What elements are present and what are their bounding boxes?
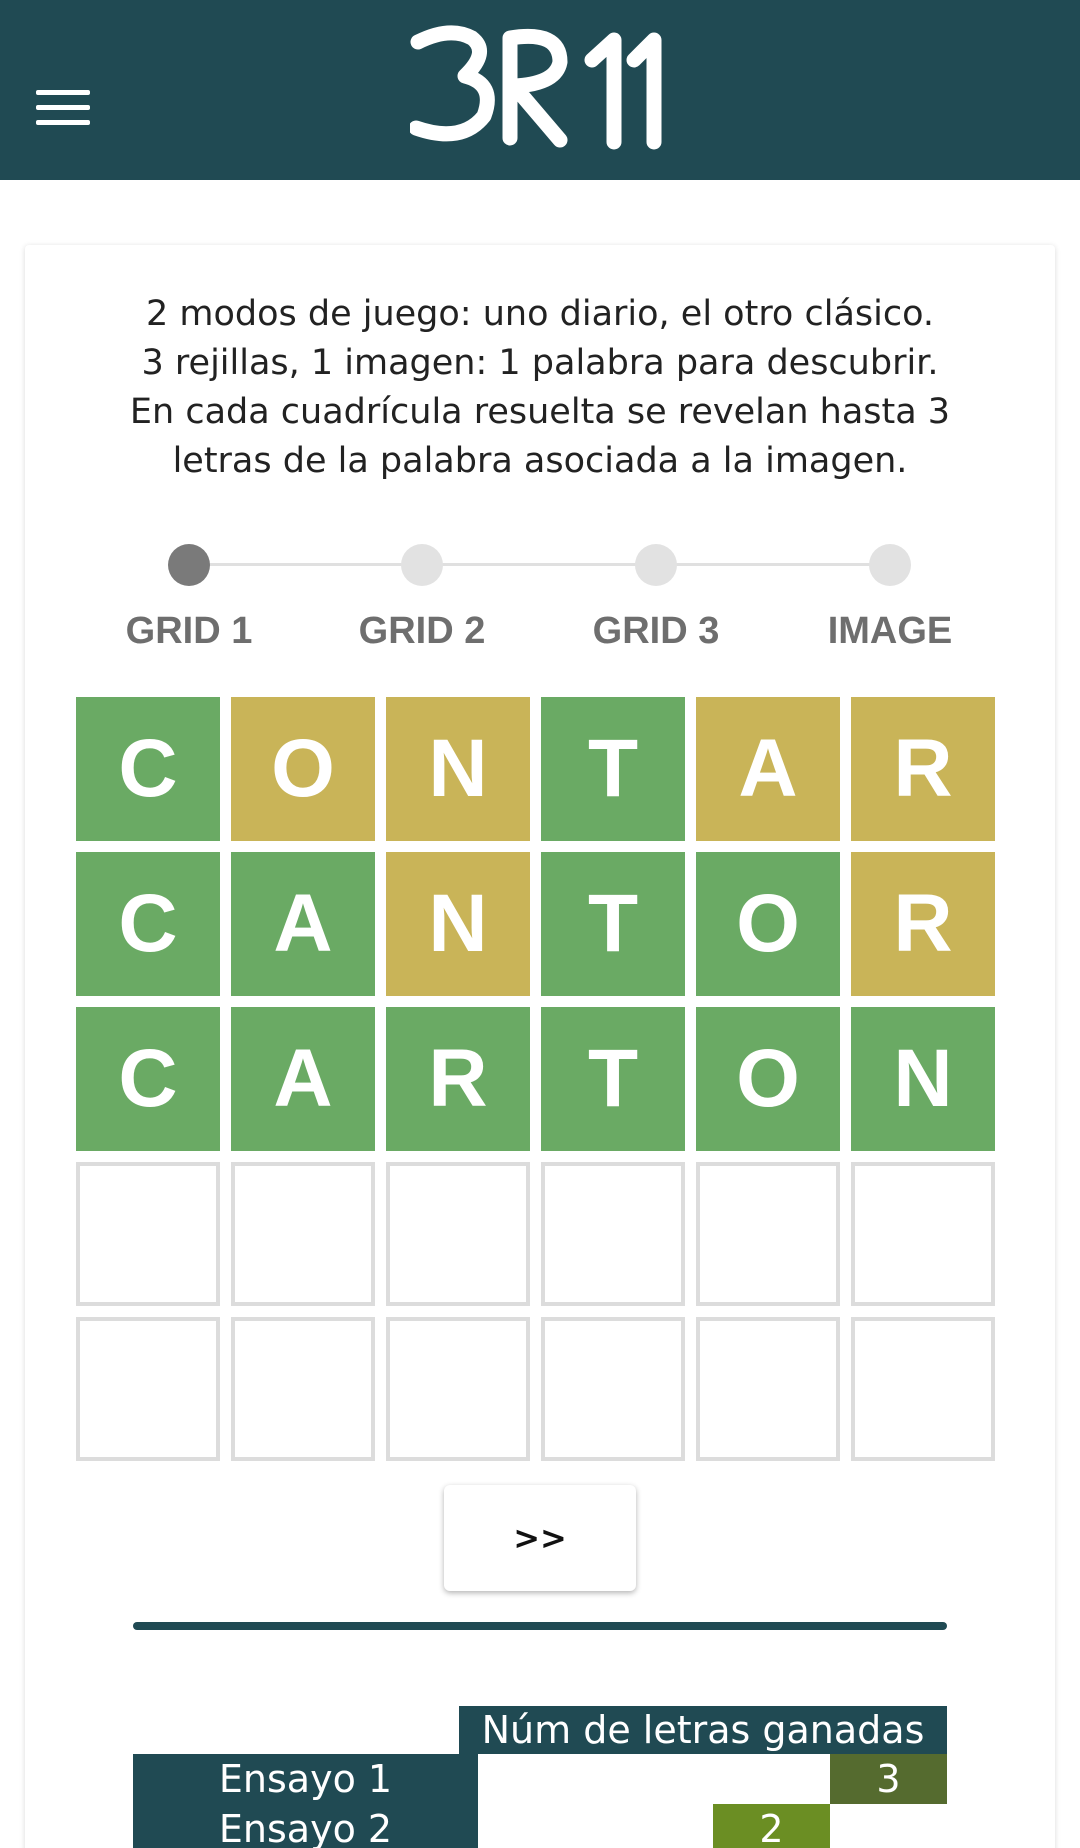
step-label-grid-3: GRID 3 [592,610,720,652]
letter-tile: C [76,852,220,996]
logo-3r11-icon [410,25,662,150]
empty-tile [851,1162,995,1306]
empty-tile [541,1162,685,1306]
letter-tile: R [386,1007,530,1151]
next-button[interactable]: >> [444,1485,636,1591]
letter-tile: R [851,852,995,996]
letter-tile: T [541,697,685,841]
step-connector [656,563,890,566]
step-dot-grid-3[interactable] [635,544,677,586]
letter-tile: C [76,697,220,841]
letter-tile: R [851,697,995,841]
step-dot-grid-2[interactable] [401,544,443,586]
intro-text: 2 modos de juego: uno diario, el otro cl… [25,290,1055,486]
empty-tile [541,1317,685,1461]
intro-line: letras de la palabra asociada a la image… [172,441,908,481]
letter-tile: O [696,852,840,996]
step-dot-grid-1[interactable] [168,544,210,586]
intro-line: En cada cuadrícula resuelta se revelan h… [129,392,951,432]
step-dot-image[interactable] [869,544,911,586]
step-connector [422,563,656,566]
stats-header: Núm de letras ganadas [459,1706,947,1754]
letter-tile: O [231,697,375,841]
step-connector [189,563,422,566]
stats-row-label: Ensayo 1 [133,1754,478,1804]
empty-tile [231,1162,375,1306]
stats-row-label: Ensayo 2 [133,1804,478,1848]
app-logo [0,0,1080,180]
letter-tile: T [541,1007,685,1151]
letter-tile: T [541,852,685,996]
empty-tile [386,1162,530,1306]
step-label-grid-1: GRID 1 [125,610,253,652]
progress-stepper: GRID 1 GRID 2 GRID 3 IMAGE [0,540,1080,670]
step-label-grid-2: GRID 2 [358,610,486,652]
empty-tile [696,1162,840,1306]
empty-tile [76,1317,220,1461]
empty-tile [696,1317,840,1461]
letter-tile: N [851,1007,995,1151]
letter-tile: A [231,1007,375,1151]
empty-tile [386,1317,530,1461]
letter-tile: O [696,1007,840,1151]
section-divider [133,1622,947,1630]
app-header [0,0,1080,180]
letter-tile: N [386,852,530,996]
intro-line: 3 rejillas, 1 imagen: 1 palabra para des… [141,343,939,383]
empty-tile [76,1162,220,1306]
letter-tile: A [231,852,375,996]
empty-tile [231,1317,375,1461]
letter-tile: A [696,697,840,841]
letter-tile: C [76,1007,220,1151]
stats-bar: 3 [830,1754,947,1804]
step-label-image: IMAGE [827,610,953,652]
empty-tile [851,1317,995,1461]
letter-tile: N [386,697,530,841]
stats-bar: 2 [713,1804,830,1848]
intro-line: 2 modos de juego: uno diario, el otro cl… [145,294,935,334]
